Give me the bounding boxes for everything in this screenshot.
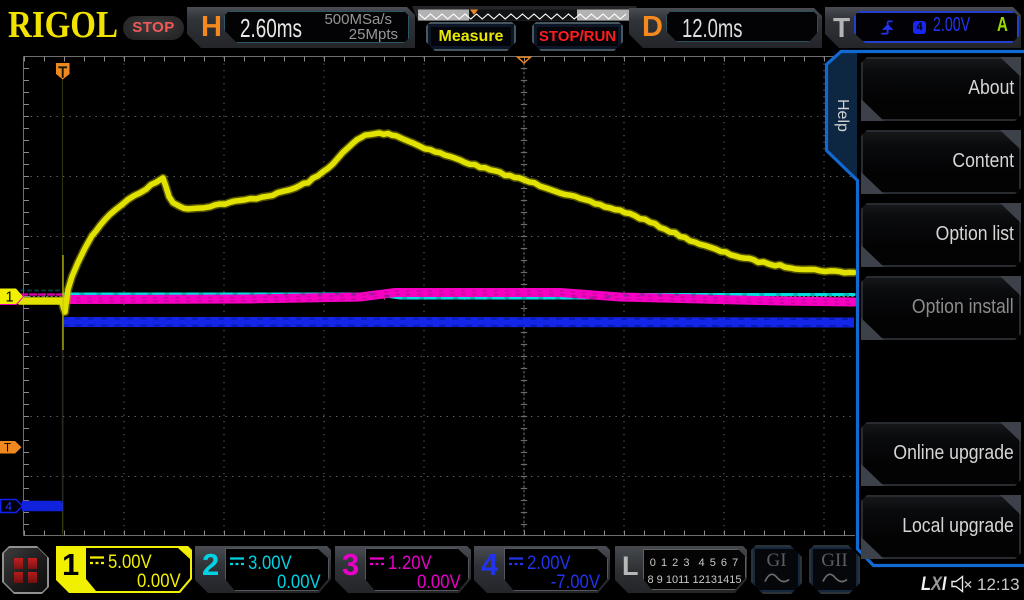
svg-text:1: 1 bbox=[5, 290, 13, 306]
svg-text:4: 4 bbox=[5, 500, 12, 514]
svg-text:T: T bbox=[4, 443, 11, 455]
